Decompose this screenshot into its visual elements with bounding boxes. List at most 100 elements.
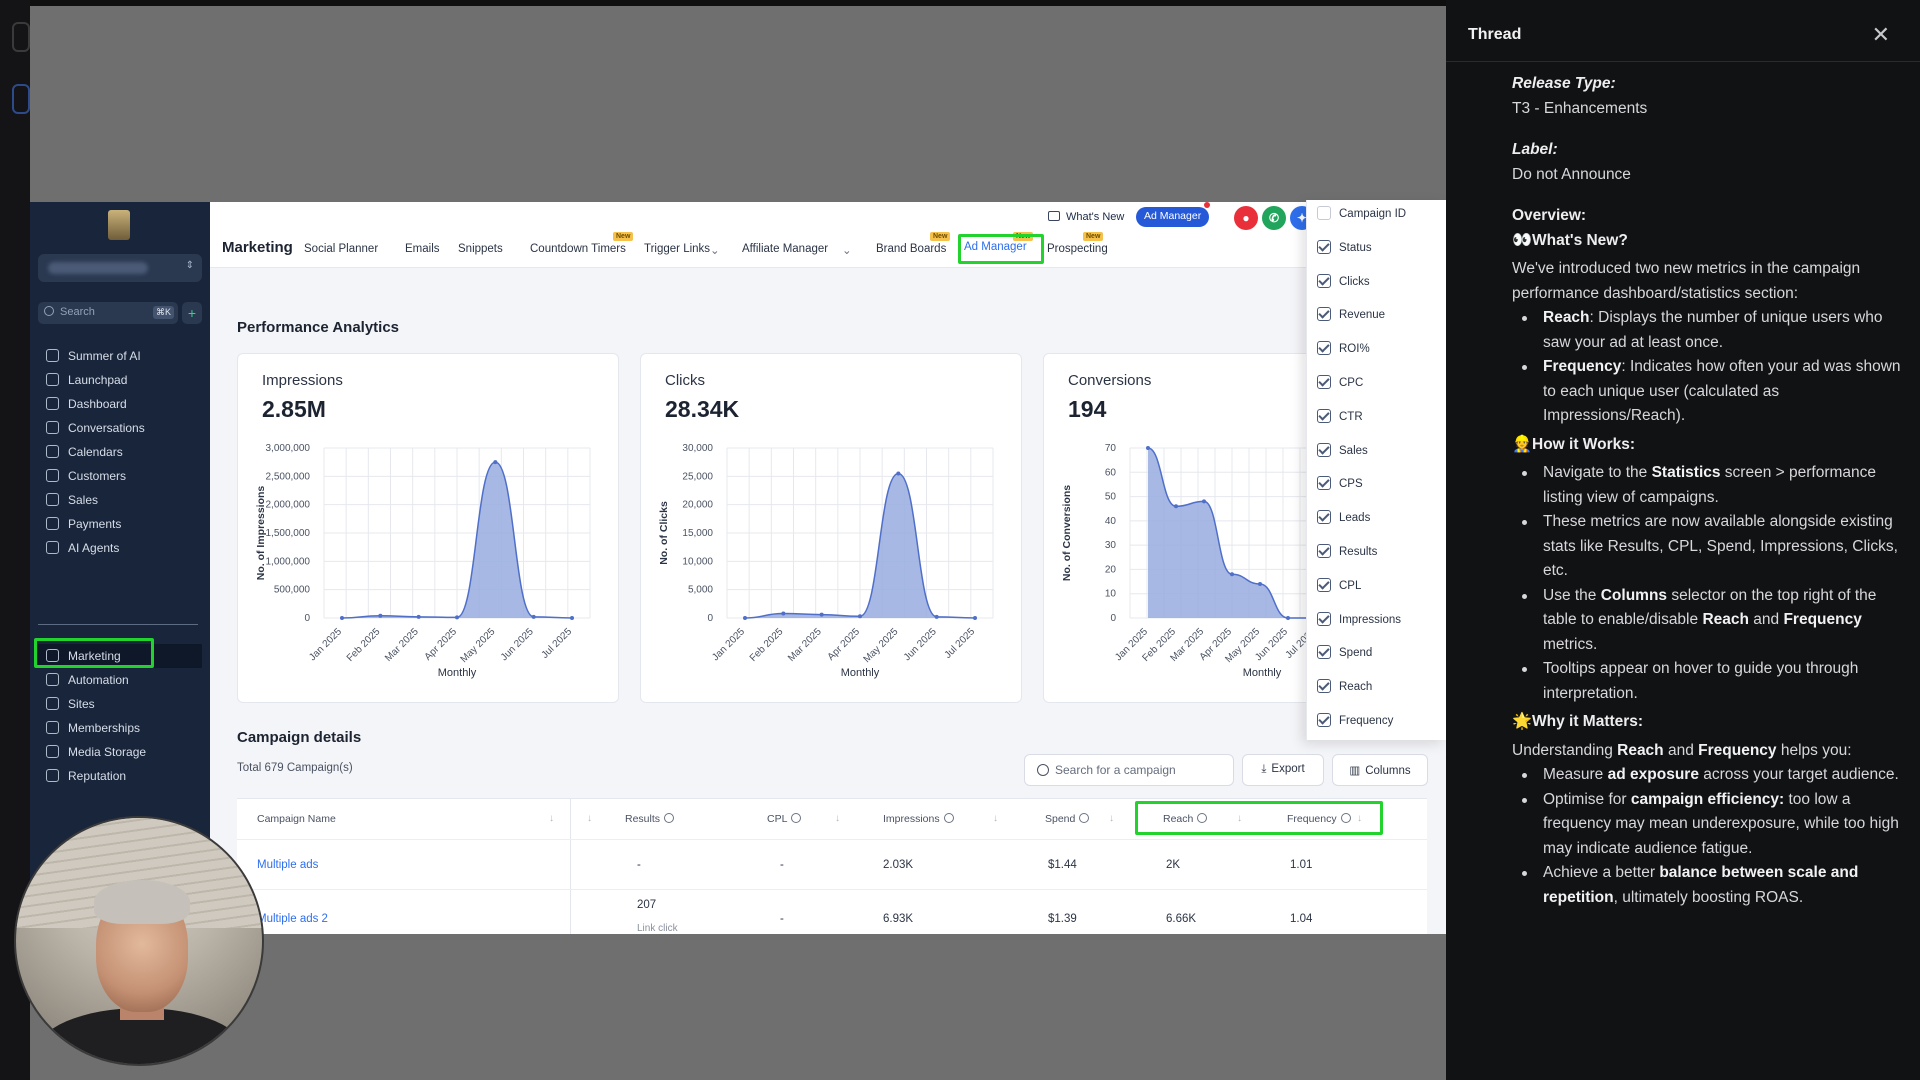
checkbox-icon[interactable] xyxy=(1317,408,1331,423)
sort-icon[interactable]: ↓ xyxy=(1357,813,1362,824)
sidebar-item-customers[interactable]: Customers xyxy=(38,464,202,488)
column-option-sales[interactable]: Sales xyxy=(1317,442,1368,461)
tab-prospecting[interactable]: Prospecting xyxy=(1047,243,1108,255)
sidebar-item-conversations[interactable]: Conversations xyxy=(38,416,202,440)
phone-icon[interactable]: ✆ xyxy=(1262,206,1286,230)
data-point xyxy=(570,616,574,620)
sort-icon[interactable]: ↓ xyxy=(1237,813,1242,824)
checkbox-icon[interactable] xyxy=(1317,611,1331,626)
export-button[interactable]: ⤓ Export xyxy=(1242,754,1324,786)
column-option-frequency[interactable]: Frequency xyxy=(1317,713,1393,731)
info-icon[interactable] xyxy=(943,813,954,823)
sidebar-search[interactable]: Search ⌘K xyxy=(38,302,178,324)
sort-icon[interactable]: ↓ xyxy=(993,813,998,824)
y-tick-label: 1,500,000 xyxy=(266,528,311,539)
tab-ad-manager[interactable]: Ad Manager xyxy=(964,241,1027,253)
sidebar-item-reputation[interactable]: Reputation xyxy=(38,764,202,788)
column-option-campaign-id[interactable]: Campaign ID xyxy=(1317,206,1406,224)
column-option-label: CPL xyxy=(1339,579,1362,592)
close-icon[interactable]: ✕ xyxy=(1872,22,1890,48)
window-chip-icon[interactable] xyxy=(12,22,30,52)
checkbox-icon[interactable] xyxy=(1317,476,1331,491)
sidebar-item-memberships[interactable]: Memberships xyxy=(38,716,202,740)
sort-icon[interactable]: ↓ xyxy=(1109,813,1114,824)
column-option-revenue[interactable]: Revenue xyxy=(1317,307,1385,325)
info-icon[interactable] xyxy=(664,813,675,823)
checkbox-icon[interactable] xyxy=(1317,239,1331,254)
tab-brand-boards[interactable]: Brand Boards xyxy=(876,243,946,255)
sidebar-item-automation[interactable]: Automation xyxy=(38,668,202,692)
tab-social-planner[interactable]: Social Planner xyxy=(304,243,378,255)
column-option-cps[interactable]: CPS xyxy=(1317,476,1363,494)
sidebar-item-summer-of-ai[interactable]: Summer of AI xyxy=(38,344,202,368)
checkbox-icon[interactable] xyxy=(1317,341,1331,356)
column-option-roi-[interactable]: ROI% xyxy=(1317,341,1370,359)
checkbox-icon[interactable] xyxy=(1317,375,1331,389)
x-tick-label: Feb 2025 xyxy=(748,626,786,664)
campaign-name-link[interactable]: Multiple ads 2 xyxy=(257,913,328,925)
checkbox-icon[interactable] xyxy=(1317,713,1331,727)
sort-icon[interactable]: ↓ xyxy=(549,813,554,824)
checkbox-icon[interactable] xyxy=(1317,577,1331,592)
checkbox-icon[interactable] xyxy=(1317,544,1331,558)
ad-manager-pill[interactable]: Ad Manager xyxy=(1136,207,1210,227)
header-cpl[interactable]: CPL xyxy=(767,813,802,825)
info-icon[interactable] xyxy=(1197,813,1208,823)
columns-button[interactable]: ▥ Columns xyxy=(1332,754,1428,786)
tab-emails[interactable]: Emails xyxy=(405,243,440,255)
column-option-cpc[interactable]: CPC xyxy=(1317,375,1363,393)
window-chip-icon[interactable] xyxy=(12,84,30,114)
header-reach[interactable]: Reach xyxy=(1163,813,1208,825)
tab-trigger-links[interactable]: Trigger Links xyxy=(644,243,710,255)
header-campaign-name[interactable]: Campaign Name xyxy=(257,813,336,825)
column-option-spend[interactable]: Spend xyxy=(1317,645,1372,663)
sidebar-item-calendars[interactable]: Calendars xyxy=(38,440,202,464)
tab-countdown-timers[interactable]: Countdown Timers xyxy=(530,243,626,255)
column-option-results[interactable]: Results xyxy=(1317,544,1377,562)
campaign-search-input[interactable]: Search for a campaign xyxy=(1024,754,1234,786)
info-icon[interactable] xyxy=(1340,813,1351,823)
campaign-total: Total 679 Campaign(s) xyxy=(237,762,353,774)
tab-snippets[interactable]: Snippets xyxy=(458,243,503,255)
sidebar-item-ai-agents[interactable]: AI Agents xyxy=(38,536,202,560)
sidebar-item-sales[interactable]: Sales xyxy=(38,488,202,512)
media-icon xyxy=(46,745,59,758)
checkbox-icon[interactable] xyxy=(1317,442,1331,457)
column-option-leads[interactable]: Leads xyxy=(1317,510,1370,528)
sidebar-item-media-storage[interactable]: Media Storage xyxy=(38,740,202,764)
record-icon[interactable]: ● xyxy=(1234,206,1258,230)
checkbox-icon[interactable] xyxy=(1317,273,1331,288)
campaign-name-link[interactable]: Multiple ads xyxy=(257,859,318,871)
column-option-status[interactable]: Status xyxy=(1317,239,1372,258)
header-spend[interactable]: Spend xyxy=(1045,813,1090,825)
column-option-ctr[interactable]: CTR xyxy=(1317,408,1363,427)
sidebar-item-marketing[interactable]: Marketing xyxy=(38,644,202,668)
header-frequency[interactable]: Frequency xyxy=(1287,813,1351,825)
column-option-impressions[interactable]: Impressions xyxy=(1317,611,1401,630)
new-badge: New xyxy=(1013,232,1034,241)
sidebar-item-sites[interactable]: Sites xyxy=(38,692,202,716)
page-title: Marketing xyxy=(222,239,293,256)
sidebar-item-payments[interactable]: Payments xyxy=(38,512,202,536)
checkbox-icon[interactable] xyxy=(1317,645,1331,660)
checkbox-icon[interactable] xyxy=(1317,206,1331,220)
checkbox-icon[interactable] xyxy=(1317,307,1331,322)
whats-new-link[interactable]: What's New xyxy=(1048,211,1124,223)
checkbox-icon[interactable] xyxy=(1317,679,1331,694)
column-option-cpl[interactable]: CPL xyxy=(1317,577,1362,596)
column-option-reach[interactable]: Reach xyxy=(1317,679,1372,697)
tab-affiliate-manager[interactable]: Affiliate Manager xyxy=(742,243,828,255)
sort-icon[interactable]: ↓ xyxy=(835,813,840,824)
header-results[interactable]: Results xyxy=(625,813,675,825)
header-impressions[interactable]: Impressions xyxy=(883,813,954,825)
sort-icon[interactable]: ↓ xyxy=(587,813,592,824)
checkbox-icon[interactable] xyxy=(1317,510,1331,525)
info-icon[interactable] xyxy=(791,813,802,823)
account-switcher[interactable]: ⇕ xyxy=(38,254,202,282)
sidebar-item-dashboard[interactable]: Dashboard xyxy=(38,392,202,416)
sidebar-item-launchpad[interactable]: Launchpad xyxy=(38,368,202,392)
sidebar-item-label: Launchpad xyxy=(68,373,128,387)
info-icon[interactable] xyxy=(1079,813,1090,823)
quick-add-button[interactable]: + xyxy=(182,302,202,324)
column-option-clicks[interactable]: Clicks xyxy=(1317,273,1370,292)
